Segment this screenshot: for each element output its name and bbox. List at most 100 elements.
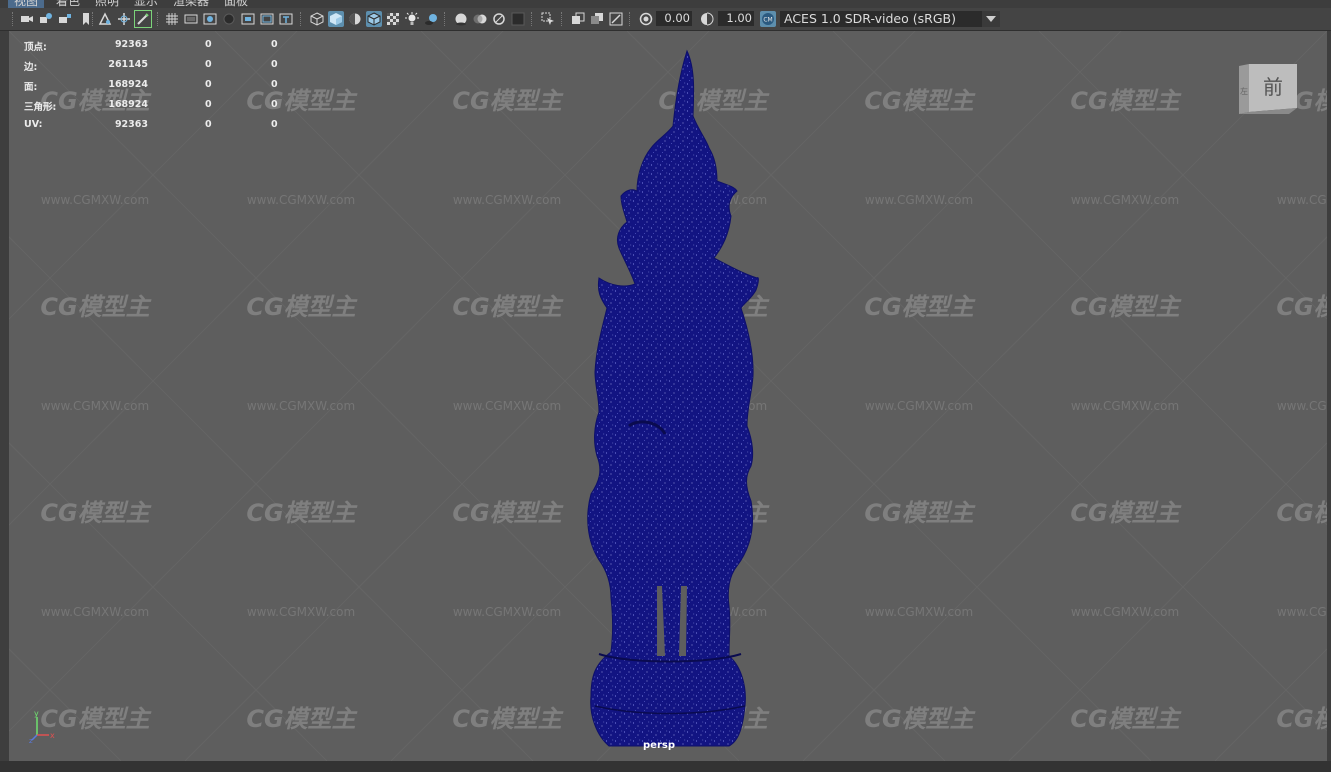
field-chart-icon[interactable] bbox=[240, 11, 256, 27]
panel-toolbar: 0.00 1.00 CM ACES 1.0 SDR-video (sRGB) bbox=[0, 8, 1331, 31]
resolution-gate-icon[interactable] bbox=[202, 11, 218, 27]
watermark-url: www.CGMXW.com bbox=[453, 605, 561, 619]
multisample-aa-icon[interactable] bbox=[491, 11, 507, 27]
hud-value: 0 bbox=[205, 99, 212, 110]
maya-viewport-panel: 视图 着色 照明 显示 渲染器 面板 0.00 1.00 CM ACES 1.0… bbox=[0, 0, 1331, 772]
watermark-logo: CG模型主 bbox=[1070, 293, 1181, 321]
hud-label: 三角形: bbox=[24, 102, 57, 113]
screen-space-ao-icon[interactable] bbox=[453, 11, 469, 27]
view-cube[interactable]: 前 左 bbox=[1239, 64, 1309, 146]
menu-view[interactable]: 视图 bbox=[8, 0, 45, 8]
axis-gizmo: y x z bbox=[29, 709, 55, 743]
camera-attributes-icon[interactable] bbox=[38, 11, 54, 27]
watermark-logo: CG模型主 bbox=[864, 499, 975, 527]
wireframe-icon[interactable] bbox=[309, 11, 325, 27]
statue-mesh[interactable] bbox=[569, 46, 779, 751]
depth-of-field-icon[interactable] bbox=[510, 11, 526, 27]
exposure-icon[interactable] bbox=[638, 11, 654, 27]
gamma-field[interactable]: 1.00 bbox=[718, 11, 754, 26]
hud-value: 0 bbox=[205, 119, 212, 130]
hud-value: 92363 bbox=[114, 119, 148, 130]
motion-blur-icon[interactable] bbox=[472, 11, 488, 27]
watermark-logo: CG模型主 bbox=[864, 87, 975, 115]
watermark-url: www.CGMXW.com bbox=[247, 399, 355, 413]
chevron-down-icon[interactable] bbox=[982, 11, 1000, 27]
film-gate-icon[interactable] bbox=[183, 11, 199, 27]
toolbar-separator bbox=[157, 12, 160, 26]
toolbar-separator bbox=[12, 12, 15, 26]
view-cube-face-label: 前 bbox=[1263, 75, 1283, 99]
toolbar-separator bbox=[561, 12, 564, 26]
xray-joints-icon[interactable] bbox=[608, 11, 624, 27]
watermark-url: www.CGMXW.com bbox=[453, 399, 561, 413]
watermark-url: www.CGMXW.com bbox=[1071, 605, 1179, 619]
pan-zoom-icon[interactable] bbox=[116, 11, 132, 27]
image-plane-icon[interactable] bbox=[97, 11, 113, 27]
watermark-logo: CG模型主 bbox=[1276, 705, 1327, 733]
color-space-select[interactable]: ACES 1.0 SDR-video (sRGB) bbox=[780, 11, 1000, 27]
hud-row-vertices: 顶点: 92363 0 0 bbox=[24, 39, 284, 59]
watermark-url: www.CGMXW.com bbox=[1277, 605, 1327, 619]
watermark-logo: CG模型主 bbox=[452, 499, 563, 527]
color-management-icon[interactable]: CM bbox=[760, 11, 776, 27]
watermark-logo: CG模型主 bbox=[1276, 499, 1327, 527]
watermark-logo: CG模型主 bbox=[40, 293, 151, 321]
watermark-logo: CG模型主 bbox=[246, 499, 357, 527]
hud-label: 面: bbox=[24, 82, 38, 93]
camera-icon[interactable] bbox=[19, 11, 35, 27]
watermark-logo: CG模型主 bbox=[246, 293, 357, 321]
exposure-field[interactable]: 0.00 bbox=[656, 11, 692, 26]
xray-active-components-icon[interactable] bbox=[589, 11, 605, 27]
toolbar-separator bbox=[444, 12, 447, 26]
hud-value: 0 bbox=[205, 59, 212, 70]
camera-lock-icon[interactable] bbox=[57, 11, 73, 27]
hud-value: 0 bbox=[205, 39, 212, 50]
viewport-right-border bbox=[1327, 31, 1331, 761]
hud-value: 0 bbox=[271, 99, 278, 110]
use-all-lights-icon[interactable] bbox=[404, 11, 420, 27]
toolbar-separator bbox=[92, 12, 95, 26]
default-material-icon[interactable] bbox=[347, 11, 363, 27]
toolbar-separator bbox=[300, 12, 303, 26]
menu-show[interactable]: 显示 bbox=[134, 0, 158, 8]
grease-pencil-icon[interactable] bbox=[134, 10, 152, 28]
color-space-value: ACES 1.0 SDR-video (sRGB) bbox=[784, 11, 956, 26]
menu-shading[interactable]: 着色 bbox=[56, 0, 80, 8]
watermark-logo: CG模型主 bbox=[1070, 87, 1181, 115]
watermark-url: www.CGMXW.com bbox=[1277, 193, 1327, 207]
wireframe-on-shaded-icon[interactable] bbox=[366, 11, 382, 27]
hud-value: 0 bbox=[271, 39, 278, 50]
menu-panels[interactable]: 面板 bbox=[224, 0, 248, 8]
hud-value: 168924 bbox=[108, 79, 148, 90]
axis-x-label: x bbox=[50, 731, 55, 740]
3d-viewport[interactable]: CG模型主 CG模型主 CG模型主 CG模型主 CG模型主 CG模型主 CG模型主 CG模型主… bbox=[9, 31, 1327, 761]
gate-mask-icon[interactable] bbox=[221, 11, 237, 27]
textured-icon[interactable] bbox=[385, 11, 401, 27]
menu-lighting[interactable]: 照明 bbox=[95, 0, 119, 8]
hud-value: 168924 bbox=[108, 99, 148, 110]
camera-name-label: persp bbox=[643, 740, 675, 751]
watermark-logo: CG模型主 bbox=[1276, 293, 1327, 321]
hud-label: 边: bbox=[24, 62, 38, 73]
menu-renderer[interactable]: 渲染器 bbox=[173, 0, 209, 8]
safe-title-icon[interactable] bbox=[278, 11, 294, 27]
grid-icon[interactable] bbox=[164, 11, 180, 27]
watermark-logo: CG模型主 bbox=[1070, 499, 1181, 527]
watermark-logo: CG模型主 bbox=[864, 705, 975, 733]
axis-z-label: z bbox=[29, 737, 33, 743]
hud-value: 92363 bbox=[114, 39, 148, 50]
watermark-logo: CG模型主 bbox=[40, 499, 151, 527]
gamma-icon[interactable] bbox=[699, 11, 715, 27]
isolate-select-icon[interactable] bbox=[540, 11, 556, 27]
time-slider-edge bbox=[0, 761, 1331, 772]
safe-action-icon[interactable] bbox=[259, 11, 275, 27]
toolbar-separator bbox=[531, 12, 534, 26]
hud-value: 0 bbox=[271, 79, 278, 90]
smooth-shade-icon[interactable] bbox=[328, 11, 344, 27]
hud-row-triangles: 三角形: 168924 0 0 bbox=[24, 99, 284, 119]
watermark-logo: CG模型主 bbox=[452, 293, 563, 321]
xray-icon[interactable] bbox=[570, 11, 586, 27]
shadows-icon[interactable] bbox=[423, 11, 439, 27]
watermark-url: www.CGMXW.com bbox=[41, 193, 149, 207]
hud-label: UV: bbox=[24, 119, 43, 130]
